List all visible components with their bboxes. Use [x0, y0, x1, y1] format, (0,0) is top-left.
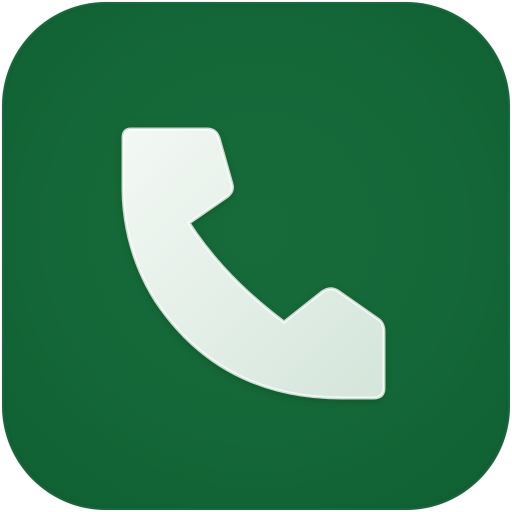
- phone-handset: [121, 127, 386, 400]
- screen: [0, 0, 512, 512]
- phone-icon: [121, 127, 386, 400]
